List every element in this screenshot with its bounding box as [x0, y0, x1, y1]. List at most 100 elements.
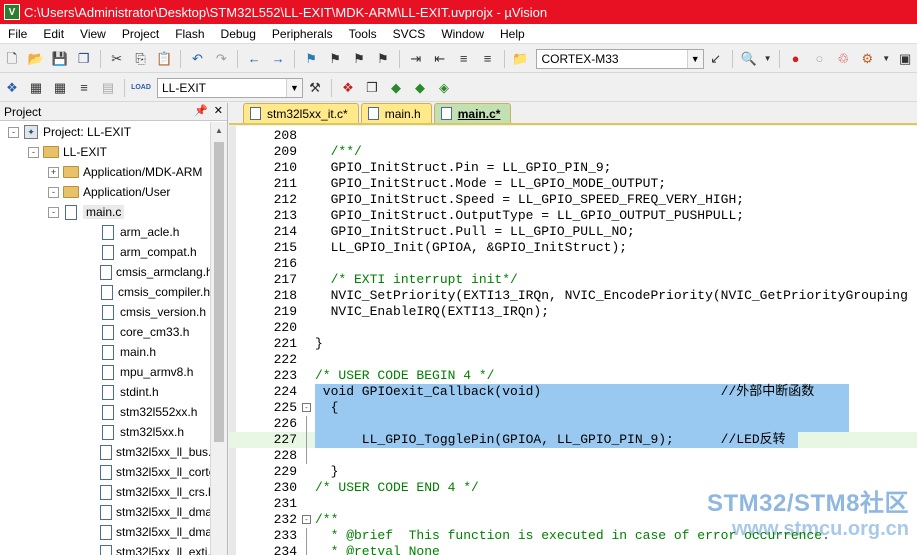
tree-file-item[interactable]: mpu_armv8.h — [0, 362, 210, 382]
code-line[interactable]: 220 — [229, 320, 917, 336]
code-line[interactable]: 212 GPIO_InitStruct.Speed = LL_GPIO_SPEE… — [229, 192, 917, 208]
manage-project-items-icon[interactable]: ❖ — [338, 78, 358, 98]
target-options-icon[interactable]: ⚒ — [305, 78, 325, 98]
tree-file-item[interactable]: stm32l5xx.h — [0, 422, 210, 442]
code-line[interactable]: 215 LL_GPIO_Init(GPIOA, &GPIO_InitStruct… — [229, 240, 917, 256]
configure-icon[interactable]: ⚙ — [857, 49, 877, 69]
code-line[interactable]: 231 — [229, 496, 917, 512]
tree-file-item[interactable]: - main.c — [0, 202, 210, 222]
code-editor[interactable]: STM32/STM8社区 www.stmcu.org.cn 208 209 /**… — [229, 126, 917, 555]
tree-project-root[interactable]: - ✦ Project: LL-EXIT — [0, 122, 210, 142]
code-line[interactable]: 213 GPIO_InitStruct.OutputType = LL_GPIO… — [229, 208, 917, 224]
chevron-down-icon[interactable]: ▼ — [686, 49, 703, 68]
code-line[interactable]: 225 { — [229, 400, 917, 416]
undo-icon[interactable]: ↶ — [187, 49, 207, 69]
collapse-icon[interactable]: - — [48, 186, 59, 198]
tree-folder-item[interactable]: + Application/MDK-ARM — [0, 162, 210, 182]
scrollbar-thumb[interactable] — [214, 142, 224, 442]
manage-run-time-environment-icon[interactable]: ◆ — [386, 78, 406, 98]
indent-icon[interactable]: ⇥ — [406, 49, 426, 69]
code-line[interactable]: 227 LL_GPIO_TogglePin(GPIOA, LL_GPIO_PIN… — [229, 432, 917, 448]
tree-file-item[interactable]: stm32l5xx_ll_bus.h — [0, 442, 210, 462]
uncomment-icon[interactable]: ≡ — [478, 49, 498, 69]
menu-peripherals[interactable]: Peripherals — [264, 24, 341, 44]
tree-file-item[interactable]: main.h — [0, 342, 210, 362]
code-line[interactable]: 217 /* EXTI interrupt init*/ — [229, 272, 917, 288]
open-file-icon[interactable]: 📂 — [26, 49, 46, 69]
menu-debug[interactable]: Debug — [213, 24, 264, 44]
copy-icon[interactable]: ⎘ — [131, 49, 151, 69]
code-line[interactable]: 234 * @retval None — [229, 544, 917, 555]
comment-icon[interactable]: ≡ — [454, 49, 474, 69]
tree-file-item[interactable]: stm32l5xx_ll_exti.h — [0, 542, 210, 555]
code-line[interactable]: 219 NVIC_EnableIRQ(EXTI13_IRQn); — [229, 304, 917, 320]
cut-icon[interactable]: ✂ — [107, 49, 127, 69]
copy-target-icon[interactable]: ❐ — [362, 78, 382, 98]
code-line[interactable]: 230 /* USER CODE END 4 */ — [229, 480, 917, 496]
bookmark-icon[interactable]: ⚑ — [301, 49, 321, 69]
menu-view[interactable]: View — [72, 24, 114, 44]
navigate-forward-icon[interactable]: → — [268, 49, 288, 69]
debug-search-icon[interactable]: 🔍 — [739, 49, 759, 69]
collapse-icon[interactable]: - — [8, 126, 19, 138]
collapse-icon[interactable]: - — [28, 146, 39, 158]
fold-collapse-icon[interactable]: - — [302, 403, 311, 412]
select-packs-icon[interactable]: ◈ — [434, 78, 454, 98]
disable-breakpoint-icon[interactable]: ○ — [809, 49, 829, 69]
tree-file-item[interactable]: stm32l5xx_ll_dma.h — [0, 502, 210, 522]
tree-file-item[interactable]: stm32l5xx_ll_cortex.h — [0, 462, 210, 482]
rebuild-icon[interactable]: ▦ — [50, 78, 70, 98]
tree-file-item[interactable]: arm_compat.h — [0, 242, 210, 262]
pin-icon[interactable]: 📌 — [194, 104, 208, 117]
code-line[interactable]: 232 /** — [229, 512, 917, 528]
menu-flash[interactable]: Flash — [167, 24, 212, 44]
prev-bookmark-icon[interactable]: ⚑ — [325, 49, 345, 69]
target-combo[interactable]: LL-EXIT ▼ — [157, 77, 303, 98]
device-combo[interactable]: CORTEX-M33 ▼ — [536, 48, 704, 69]
save-all-icon[interactable]: ❐ — [74, 49, 94, 69]
code-line[interactable]: 214 GPIO_InitStruct.Pull = LL_GPIO_PULL_… — [229, 224, 917, 240]
tree-file-item[interactable]: stm32l5xx_ll_dmamux.h — [0, 522, 210, 542]
pack-installer-icon[interactable]: ◆ — [410, 78, 430, 98]
expand-icon[interactable]: + — [48, 166, 59, 178]
editor-tab[interactable]: main.c* — [433, 103, 512, 123]
code-line[interactable]: 223 /* USER CODE BEGIN 4 */ — [229, 368, 917, 384]
tree-file-item[interactable]: cmsis_armclang.h — [0, 262, 210, 282]
stop-build-icon[interactable]: ▤ — [98, 78, 118, 98]
build-icon[interactable]: ▦ — [26, 78, 46, 98]
editor-tab[interactable]: main.h — [360, 103, 432, 123]
code-line[interactable]: 218 NVIC_SetPriority(EXTI13_IRQn, NVIC_E… — [229, 288, 917, 304]
chevron-down-icon[interactable]: ▼ — [286, 78, 302, 97]
paste-icon[interactable]: 📋 — [155, 49, 175, 69]
menu-file[interactable]: File — [0, 24, 35, 44]
collapse-icon[interactable]: - — [48, 206, 59, 218]
tree-folder-item[interactable]: - Application/User — [0, 182, 210, 202]
code-line[interactable]: 228 — [229, 448, 917, 464]
menu-tools[interactable]: Tools — [341, 24, 385, 44]
clear-bookmarks-icon[interactable]: ⚑ — [373, 49, 393, 69]
code-line[interactable]: 226 — [229, 416, 917, 432]
code-line[interactable]: 222 — [229, 352, 917, 368]
chevron-down-icon[interactable]: ▼ — [881, 49, 891, 69]
find-icon[interactable]: ↙ — [706, 49, 726, 69]
code-line[interactable]: 210 GPIO_InitStruct.Pin = LL_GPIO_PIN_9; — [229, 160, 917, 176]
menu-help[interactable]: Help — [492, 24, 533, 44]
chevron-down-icon[interactable]: ▼ — [763, 49, 773, 69]
scroll-up-icon[interactable]: ▲ — [211, 122, 227, 139]
project-tree-scrollbar[interactable]: ▲ — [210, 122, 227, 555]
find-in-files-icon[interactable]: 📁 — [511, 49, 531, 69]
download-icon[interactable]: LOAD — [131, 78, 151, 98]
menu-edit[interactable]: Edit — [35, 24, 72, 44]
menu-project[interactable]: Project — [114, 24, 167, 44]
fold-collapse-icon[interactable]: - — [302, 515, 311, 524]
close-icon[interactable]: ✕ — [214, 104, 223, 117]
menu-svcs[interactable]: SVCS — [385, 24, 434, 44]
code-line[interactable]: 211 GPIO_InitStruct.Mode = LL_GPIO_MODE_… — [229, 176, 917, 192]
tree-file-item[interactable]: stdint.h — [0, 382, 210, 402]
code-line[interactable]: 233 * @brief This function is executed i… — [229, 528, 917, 544]
navigate-back-icon[interactable]: ← — [244, 49, 264, 69]
tree-file-item[interactable]: core_cm33.h — [0, 322, 210, 342]
window-layout-icon[interactable]: ▣ — [895, 49, 915, 69]
insert-breakpoint-icon[interactable]: ● — [786, 49, 806, 69]
code-line[interactable]: 224 void GPIOexit_Callback(void) //外部中断函… — [229, 384, 917, 400]
